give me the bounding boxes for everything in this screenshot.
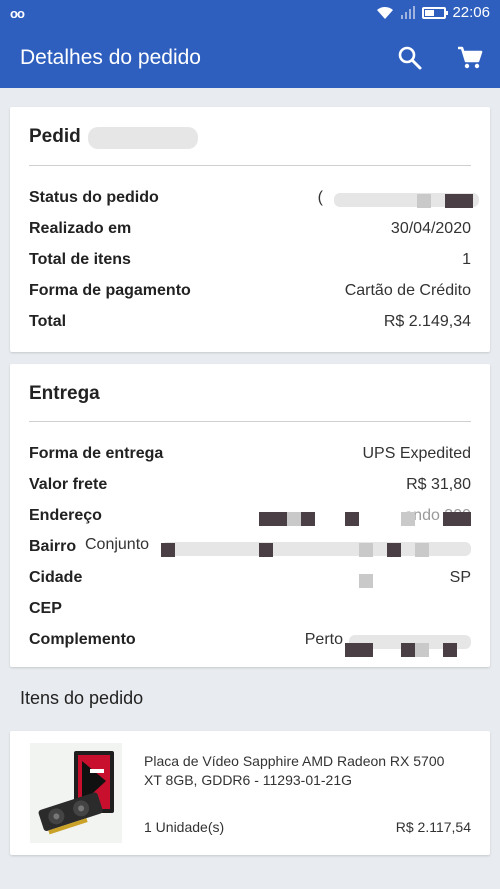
product-image bbox=[30, 743, 122, 843]
divider bbox=[29, 421, 471, 422]
delivery-card: Entrega Forma de entrega UPS Expedited V… bbox=[10, 364, 490, 667]
redaction bbox=[443, 512, 471, 526]
clock: 22:06 bbox=[452, 4, 490, 21]
redaction bbox=[401, 643, 415, 657]
redaction bbox=[415, 643, 429, 657]
search-icon[interactable] bbox=[396, 44, 424, 72]
redaction bbox=[345, 643, 359, 657]
item-price: R$ 2.117,54 bbox=[395, 819, 471, 835]
order-card: Pedid Status do pedido ( Realizado em 30… bbox=[10, 107, 490, 352]
redaction bbox=[445, 194, 473, 208]
row-total: Total R$ 2.149,34 bbox=[29, 313, 471, 330]
redaction bbox=[417, 194, 431, 208]
redaction bbox=[443, 643, 457, 657]
redaction bbox=[345, 512, 359, 526]
redaction bbox=[259, 543, 273, 557]
redaction bbox=[359, 643, 373, 657]
redaction bbox=[259, 512, 287, 526]
status-icons: 22:06 bbox=[376, 4, 490, 21]
redaction bbox=[359, 574, 373, 588]
row-complement: Complemento Perto bbox=[29, 629, 471, 657]
delivery-card-title: Entrega bbox=[29, 383, 100, 404]
row-shipping-cost: Valor frete R$ 31,80 bbox=[29, 476, 471, 493]
redaction bbox=[287, 512, 301, 526]
row-date: Realizado em 30/04/2020 bbox=[29, 220, 471, 237]
page-title: Detalhes do pedido bbox=[20, 46, 201, 69]
order-item-card[interactable]: Placa de Vídeo Sapphire AMD Radeon RX 57… bbox=[10, 731, 490, 855]
row-payment: Forma de pagamento Cartão de Crédito bbox=[29, 282, 471, 299]
item-quantity: 1 Unidade(s) bbox=[144, 819, 225, 835]
cart-icon[interactable] bbox=[456, 44, 484, 72]
row-city: Cidade SP bbox=[29, 569, 471, 588]
redaction bbox=[161, 543, 175, 557]
redaction bbox=[387, 543, 401, 557]
item-name: Placa de Vídeo Sapphire AMD Radeon RX 57… bbox=[144, 753, 445, 788]
voicemail-icon: oo bbox=[10, 6, 25, 21]
battery-icon bbox=[422, 6, 449, 19]
wifi-icon bbox=[377, 6, 394, 19]
row-status: Status do pedido ( bbox=[29, 187, 479, 211]
app-bar: Detalhes do pedido bbox=[0, 28, 500, 88]
row-zip: CEP bbox=[29, 600, 62, 617]
row-shipping-method: Forma de entrega UPS Expedited bbox=[29, 445, 471, 462]
redaction bbox=[301, 512, 315, 526]
row-items-count: Total de itens 1 bbox=[29, 251, 471, 268]
signal-icon bbox=[401, 5, 416, 19]
redaction bbox=[88, 127, 198, 149]
row-district: Bairro Conjunto bbox=[29, 536, 471, 560]
divider bbox=[29, 165, 471, 166]
row-address: Endereço ondo 309 bbox=[29, 507, 471, 526]
items-section-title: Itens do pedido bbox=[20, 688, 144, 708]
order-card-title: Pedid bbox=[29, 126, 81, 147]
redaction bbox=[415, 543, 429, 557]
redaction bbox=[401, 512, 415, 526]
redaction bbox=[359, 543, 373, 557]
status-bar: oo 22:06 bbox=[0, 0, 500, 28]
